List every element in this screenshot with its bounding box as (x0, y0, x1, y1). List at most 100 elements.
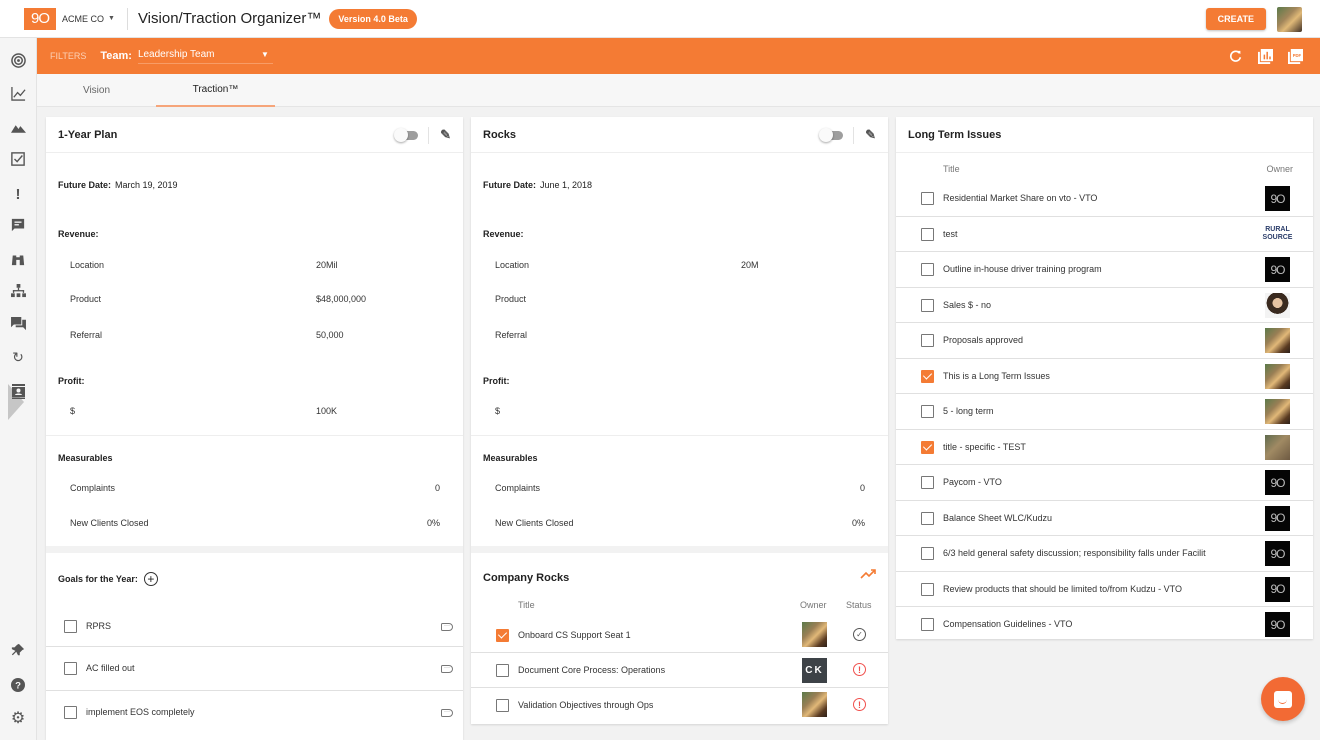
settings-icon[interactable]: ⚙ (9, 709, 27, 727)
future-date-field: Future Date:June 1, 2018 (483, 180, 592, 190)
revenue-row-label: Referral (495, 330, 527, 340)
issue-checkbox[interactable] (921, 228, 934, 241)
issue-row: 6/3 held general safety discussion; resp… (896, 536, 1313, 572)
issue-checkbox[interactable] (921, 512, 934, 525)
revenue-row-value: 50,000 (316, 330, 344, 340)
future-date-label: Future Date: (483, 180, 536, 190)
issue-title[interactable]: Outline in-house driver training program (943, 264, 1102, 274)
user-avatar[interactable] (1277, 7, 1302, 32)
goal-title[interactable]: implement EOS completely (86, 707, 195, 717)
issue-checkbox[interactable] (921, 476, 934, 489)
owner-initials-avatar: CK (802, 658, 827, 683)
rock-title[interactable]: Onboard CS Support Seat 1 (518, 630, 631, 640)
filters-label: FILTERS (50, 51, 86, 61)
issue-checkbox[interactable] (921, 263, 934, 276)
issue-checkbox[interactable] (921, 299, 934, 312)
goal-checkbox[interactable] (64, 662, 77, 675)
line-chart-icon[interactable] (9, 84, 27, 102)
issue-checkbox[interactable] (921, 583, 934, 596)
issue-title[interactable]: 5 - long term (943, 406, 994, 416)
issue-checkbox[interactable] (921, 370, 934, 383)
profit-label: Profit: (483, 376, 510, 386)
issue-checkbox[interactable] (921, 405, 934, 418)
pdf-icon[interactable]: PDF (1287, 48, 1303, 64)
issue-title[interactable]: title - specific - TEST (943, 442, 1026, 452)
issue-title[interactable]: Review products that should be limited t… (943, 584, 1182, 594)
issue-title[interactable]: Proposals approved (943, 335, 1023, 345)
rock-checkbox[interactable] (496, 629, 509, 642)
issue-checkbox[interactable] (921, 618, 934, 631)
issue-row: testRURALSOURCE (896, 217, 1313, 253)
profit-label: Profit: (58, 376, 85, 386)
contact-card-icon[interactable] (9, 382, 27, 400)
company-switcher[interactable]: ACME CO ▼ (62, 14, 115, 24)
tag-icon[interactable]: ··· (441, 665, 453, 673)
toggle-switch[interactable] (821, 131, 843, 140)
goal-checkbox[interactable] (64, 706, 77, 719)
feedback-icon[interactable] (9, 216, 27, 234)
tag-icon[interactable]: ··· (441, 709, 453, 717)
mountain-icon[interactable] (9, 119, 27, 137)
revenue-row-value: 20Mil (316, 260, 338, 270)
target-icon[interactable] (9, 51, 27, 69)
add-circle-icon[interactable]: + (144, 572, 158, 586)
tag-icon[interactable]: ··· (441, 623, 453, 631)
create-button[interactable]: CREATE (1206, 8, 1266, 30)
pin-icon[interactable] (9, 641, 27, 659)
help-icon[interactable]: ? (9, 676, 27, 694)
alert-circle-icon[interactable]: ! (853, 663, 866, 676)
issue-checkbox[interactable] (921, 547, 934, 560)
owner-avatar-ninety-logo: 9O (1265, 541, 1290, 566)
issue-checkbox[interactable] (921, 192, 934, 205)
issue-title[interactable]: Sales $ - no (943, 300, 991, 310)
goal-title[interactable]: RPRS (86, 621, 111, 631)
trending-up-icon[interactable] (860, 569, 876, 582)
issue-title[interactable]: 6/3 held general safety discussion; resp… (943, 548, 1206, 558)
card-header: Rocks ✎ (471, 117, 888, 153)
rock-title[interactable]: Validation Objectives through Ops (518, 700, 653, 710)
chart-report-icon[interactable] (1257, 48, 1273, 64)
binoculars-icon[interactable] (9, 250, 27, 268)
issue-checkbox[interactable] (921, 334, 934, 347)
issue-checkbox[interactable] (921, 441, 934, 454)
goal-title[interactable]: AC filled out (86, 663, 135, 673)
header-divider (853, 127, 854, 144)
revenue-label: Revenue: (58, 229, 99, 239)
issue-title[interactable]: Balance Sheet WLC/Kudzu (943, 513, 1052, 523)
owner-avatar (1265, 399, 1290, 424)
team-select[interactable]: Leadership Team ▼ (138, 49, 273, 64)
rock-checkbox[interactable] (496, 699, 509, 712)
tab-traction[interactable]: Traction™ (156, 74, 275, 107)
refresh-icon[interactable] (1227, 48, 1243, 64)
owner-avatar (1265, 293, 1290, 318)
toggle-switch[interactable] (396, 131, 418, 140)
revenue-row-label: Location (70, 260, 104, 270)
chat-launcher-button[interactable] (1261, 677, 1305, 721)
revenue-row-label: Referral (70, 330, 102, 340)
issue-row: Compensation Guidelines - VTO 9O (896, 607, 1313, 643)
issue-title[interactable]: Compensation Guidelines - VTO (943, 619, 1072, 629)
future-date-field: Future Date:March 19, 2019 (58, 180, 178, 190)
ninety-logo[interactable]: 9O (24, 8, 56, 30)
issue-title[interactable]: Residential Market Share on vto - VTO (943, 193, 1097, 203)
tab-vision[interactable]: Vision (37, 74, 156, 107)
rock-checkbox[interactable] (496, 664, 509, 677)
section-divider (46, 435, 463, 436)
forum-icon[interactable] (9, 315, 27, 333)
rock-title[interactable]: Document Core Process: Operations (518, 665, 665, 675)
owner-avatar (802, 692, 827, 717)
owner-avatar-ninety-logo: 9O (1265, 612, 1290, 637)
checkbox-icon[interactable] (9, 150, 27, 168)
future-date-label: Future Date: (58, 180, 111, 190)
exclamation-icon[interactable]: ! (9, 185, 27, 203)
pencil-icon[interactable]: ✎ (865, 127, 876, 143)
org-chart-icon[interactable] (9, 282, 27, 300)
issue-title[interactable]: This is a Long Term Issues (943, 371, 1050, 381)
issue-title[interactable]: test (943, 229, 958, 239)
pencil-icon[interactable]: ✎ (440, 127, 451, 143)
issue-title[interactable]: Paycom - VTO (943, 477, 1002, 487)
refresh-icon[interactable]: ↻ (9, 348, 27, 366)
alert-circle-icon[interactable]: ! (853, 698, 866, 711)
check-circle-icon[interactable]: ✓ (853, 628, 866, 641)
goal-checkbox[interactable] (64, 620, 77, 633)
